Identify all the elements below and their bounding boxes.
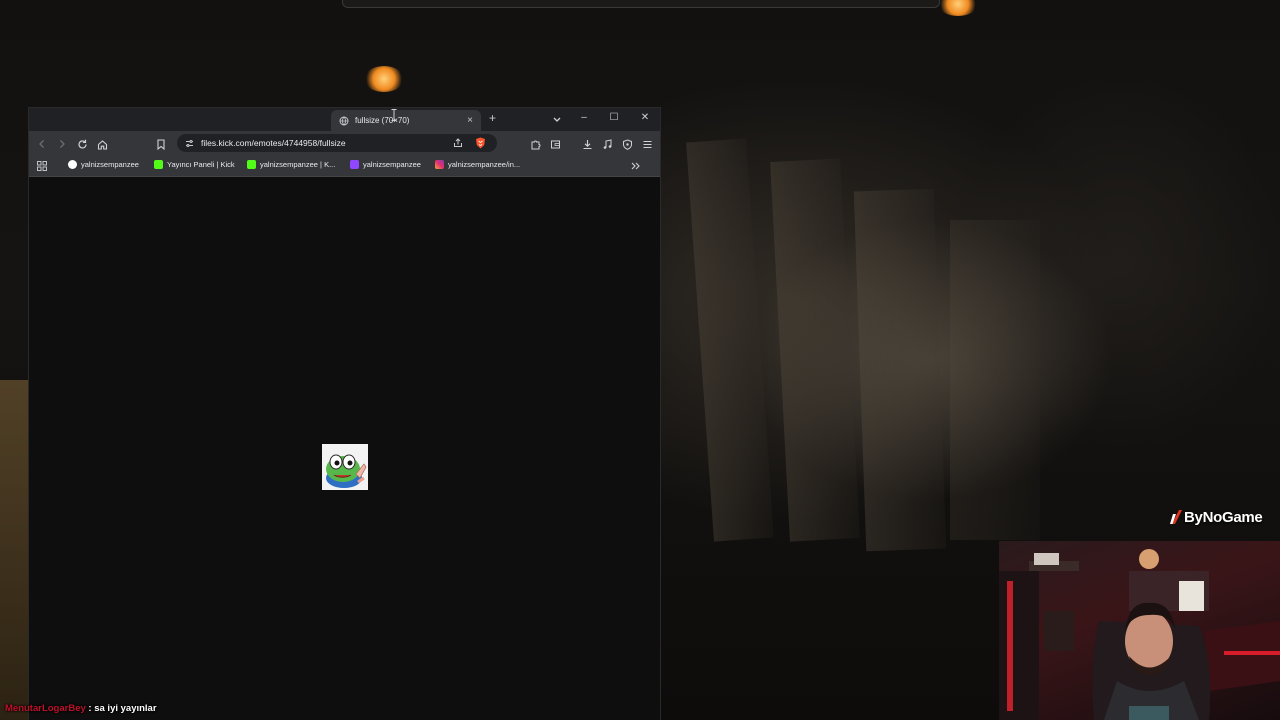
wallet-icon[interactable] <box>548 137 562 151</box>
download-icon[interactable] <box>580 137 594 151</box>
bookmark-item[interactable]: yalnizsempanzee <box>68 160 139 169</box>
frog-emote-icon <box>322 444 368 490</box>
bookmark-label: yalnizsempanzee <box>363 160 421 169</box>
bookmark-label: yalnizsempanzee <box>81 160 139 169</box>
menu-icon[interactable] <box>640 137 654 151</box>
instagram-icon <box>435 160 444 169</box>
bookmark-item[interactable]: yalnizsempanzee | K... <box>247 160 335 169</box>
streamer-brand: ByNoGame <box>1170 509 1263 526</box>
close-window-button[interactable]: ✕ <box>637 112 653 123</box>
kick-icon <box>247 160 256 169</box>
top-search-bar <box>342 0 940 8</box>
extensions-icon[interactable] <box>528 137 542 151</box>
bookmark-label: yalnizsempanzee | K... <box>260 160 336 169</box>
new-tab-button[interactable]: + <box>489 111 496 125</box>
barn-plank <box>950 220 1040 540</box>
bynogame-logo-icon <box>1170 509 1182 524</box>
more-bookmarks-icon[interactable] <box>631 162 641 170</box>
bookmark-label: yalnizsempanzee/in... <box>448 160 521 169</box>
brave-shields-icon[interactable] <box>475 137 486 149</box>
google-icon <box>68 160 77 169</box>
bookmarks-bar: yalnizsempanzee Yayıncı Paneli | Kick ya… <box>29 156 660 177</box>
tab-title: fullsize (70×70) <box>355 116 410 125</box>
bookmark-item[interactable]: Yayıncı Paneli | Kick <box>154 160 235 169</box>
reload-icon[interactable] <box>75 137 89 151</box>
address-bar[interactable]: files.kick.com/emotes/4744958/fullsize <box>177 134 497 152</box>
title-bar: fullsize (70×70) × + – ☐ ✕ <box>29 108 660 131</box>
webcam-picture <box>999 549 1280 720</box>
chat-separator: : <box>85 703 95 714</box>
home-icon[interactable] <box>95 137 109 151</box>
chat-message: MenutarLogarBey : sa iyi yayınlar <box>5 703 157 714</box>
barn-plank <box>853 188 947 552</box>
lamp-light <box>364 66 404 92</box>
bookmark-item[interactable]: yalnizsempanzee/in... <box>435 160 520 169</box>
hay-bale <box>0 380 30 720</box>
bookmark-item[interactable]: yalnizsempanzee <box>350 160 421 169</box>
twitch-icon <box>350 160 359 169</box>
kick-icon <box>154 160 163 169</box>
minimize-button[interactable]: – <box>576 112 592 123</box>
url-text: files.kick.com/emotes/4744958/fullsize <box>201 138 346 148</box>
media-control-icon[interactable] <box>600 137 614 151</box>
chat-text: sa iyi yayınlar <box>94 703 157 714</box>
tab-search-chevron-icon[interactable] <box>552 115 562 125</box>
bookmark-icon[interactable] <box>154 137 168 151</box>
share-icon[interactable] <box>453 138 463 148</box>
maximize-button[interactable]: ☐ <box>606 112 622 123</box>
bookmark-label: Yayıncı Paneli | Kick <box>167 160 235 169</box>
forward-icon[interactable] <box>55 137 69 151</box>
back-icon[interactable] <box>35 137 49 151</box>
tab-close-icon[interactable]: × <box>463 115 477 126</box>
tab-fullsize[interactable]: fullsize (70×70) × <box>331 110 481 131</box>
chat-username: MenutarLogarBey <box>5 703 86 714</box>
apps-grid-icon[interactable] <box>37 161 47 171</box>
barn-plank <box>770 158 860 542</box>
page-viewport <box>29 177 660 720</box>
lamp-light <box>938 0 978 16</box>
text-cursor-icon <box>391 109 397 121</box>
browser-window: fullsize (70×70) × + – ☐ ✕ files.kick.co… <box>29 108 660 720</box>
browser-toolbar: files.kick.com/emotes/4744958/fullsize <box>29 131 660 156</box>
vpn-shield-icon[interactable] <box>620 137 634 151</box>
brand-text: ByNoGame <box>1184 509 1263 526</box>
site-settings-icon[interactable] <box>185 139 194 148</box>
webcam-feed <box>999 541 1280 720</box>
barn-plank <box>686 138 774 542</box>
emote-image <box>322 444 368 490</box>
globe-icon <box>339 116 349 125</box>
